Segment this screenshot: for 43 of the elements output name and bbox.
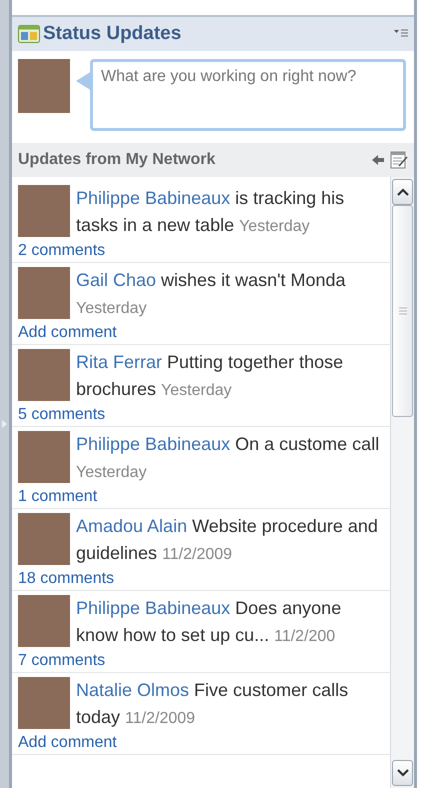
edit-list-icon[interactable] [390,151,408,169]
grip-icon[interactable] [398,307,406,315]
author-link[interactable]: Philippe Babineaux [76,598,230,618]
scroll-thumb[interactable] [392,205,413,417]
status-message: Rita Ferrar Putting together those brochures Yesterday [76,351,344,401]
comments-link[interactable]: 2 comments [18,240,386,261]
comments-link[interactable]: Add comment [18,322,386,343]
status-message: Philippe Babineaux is tracking his tasks in a new table Yesterday [76,187,346,237]
comments-link[interactable]: Add comment [18,732,386,753]
scrollbar[interactable] [390,177,414,788]
chevron-up-icon[interactable] [396,188,408,196]
avatar-placeholder [18,595,70,647]
author-link[interactable]: Philippe Babineaux [76,188,230,208]
section-title: Updates from My Network [18,151,216,169]
avatar-placeholder [18,267,70,319]
avatar-placeholder [18,349,70,401]
menu-icon[interactable] [394,29,408,39]
avatar-placeholder [18,677,70,729]
author-link[interactable]: Amadou Alain [76,516,188,536]
avatar-placeholder [18,59,70,113]
author-link[interactable]: Rita Ferrar [76,352,162,372]
scroll-down-button[interactable] [392,760,413,786]
app-window-icon [18,25,40,43]
comments-link[interactable]: 5 comments [18,404,386,425]
comments-link[interactable]: 18 comments [18,568,386,589]
author-link[interactable]: Natalie Olmos [76,680,190,700]
comments-link[interactable]: 7 comments [18,650,386,671]
status-message: Amadou Alain Website procedure and guidelines 11/2/2009 [76,515,379,565]
back-arrow-icon[interactable] [372,155,384,165]
scroll-up-button[interactable] [392,179,413,205]
status-message: Natalie Olmos Five customer calls today 11/2/2009 [76,679,350,729]
chevron-down-icon[interactable] [396,769,408,777]
status-message: Philippe Babineaux Does anyone know how to set up cu... 11/2/200 [76,597,342,647]
avatar-placeholder [18,513,70,565]
status-message: Philippe Babineaux On a custome call Yesterday [76,433,380,483]
author-link[interactable]: Gail Chao [76,270,156,290]
status-field[interactable]: What are you working on right now? [90,59,406,131]
panel-title: Status Updates [43,23,182,45]
comments-link[interactable]: 1 comment [18,486,386,507]
author-link[interactable]: Philippe Babineaux [76,434,230,454]
status-message: Gail Chao wishes it wasn't Monda Yesterday [76,269,347,319]
avatar-placeholder [18,185,70,237]
avatar-placeholder [18,431,70,483]
